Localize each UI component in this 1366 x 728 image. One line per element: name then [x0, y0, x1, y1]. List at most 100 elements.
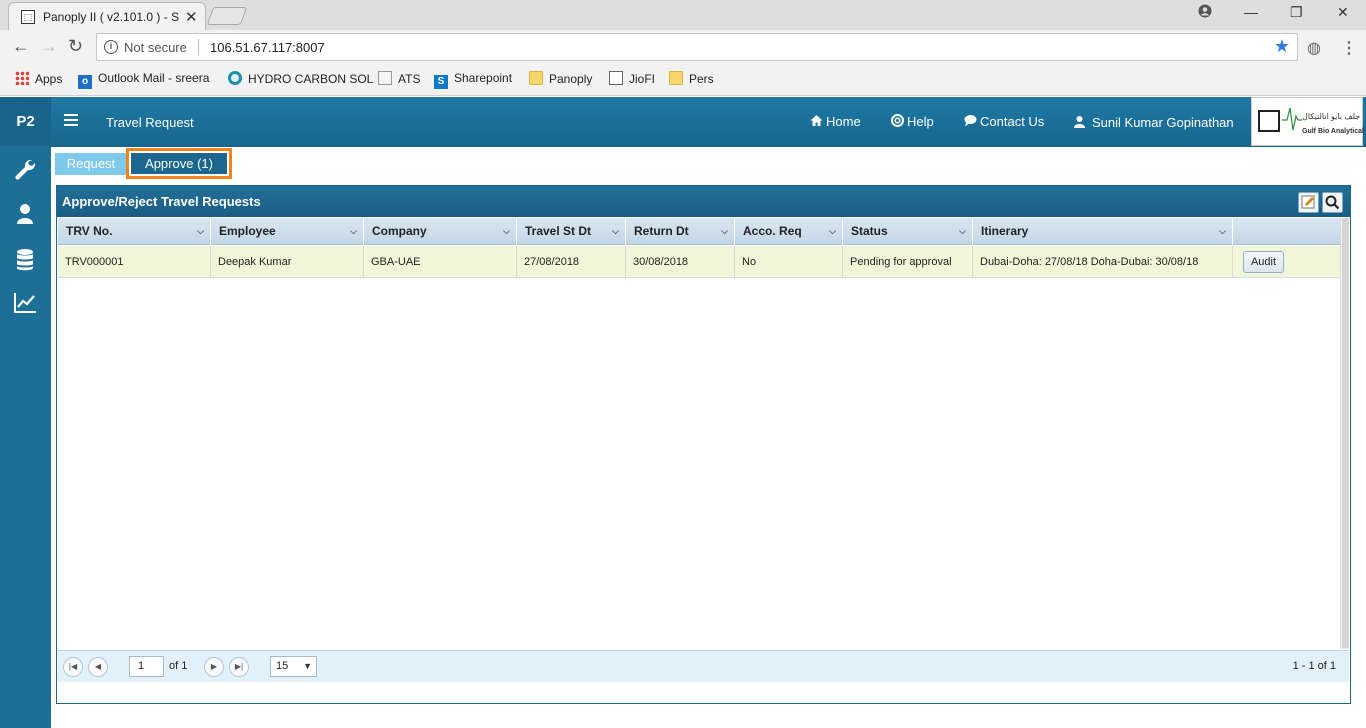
bookmark-hydro[interactable]: HYDRO CARBON SOL [228, 71, 373, 86]
forward-icon[interactable]: → [40, 37, 58, 55]
scrollbar-thumb[interactable] [1342, 218, 1349, 648]
folder-icon [669, 71, 683, 85]
column-menu-icon[interactable]: ⌵ [612, 218, 619, 245]
column-header-itinerary[interactable]: Itinerary ⌵ [973, 218, 1233, 245]
user-icon [1074, 116, 1085, 128]
bookmark-label: Apps [35, 72, 63, 86]
column-header-company[interactable]: Company ⌵ [364, 218, 517, 245]
pager-info: 1 - 1 of 1 [1292, 660, 1336, 672]
page-number-input[interactable]: 1 [129, 656, 164, 677]
column-menu-icon[interactable]: ⌵ [503, 218, 510, 245]
next-page-icon[interactable]: ▶ [204, 657, 224, 677]
info-icon[interactable]: i [104, 40, 118, 54]
column-header-trv-no[interactable]: TRV No. ⌵ [58, 218, 211, 245]
nav-contact[interactable]: Contact Us [964, 114, 1044, 129]
brand-english: Gulf Bio Analytical [1302, 128, 1364, 135]
browser-toolbar: ← → ↻ i Not secure 106.51.67.117:8007 ★ … [0, 30, 1366, 64]
outlook-icon: o [78, 75, 92, 89]
hamburger-menu-icon[interactable] [64, 114, 78, 129]
cell-return-date: 30/08/2018 [626, 246, 735, 278]
browser-tabstrip: ⬚ Panoply II ( v2.101.0 ) - Su ✕ — ❐ ✕ [0, 0, 1366, 30]
wrench-icon[interactable] [12, 157, 40, 185]
column-menu-icon[interactable]: ⌵ [959, 218, 966, 245]
tab-request[interactable]: Request [55, 153, 127, 175]
last-page-icon[interactable]: ▶| [229, 657, 249, 677]
folder-icon [529, 71, 543, 85]
nav-home[interactable]: Home [810, 114, 861, 129]
cell-employee: Deepak Kumar [211, 246, 364, 278]
column-header-actions [1233, 218, 1341, 245]
nav-contact-label: Contact Us [980, 114, 1045, 129]
panel-header: Approve/Reject Travel Requests [57, 186, 1350, 217]
audit-button[interactable]: Audit [1243, 251, 1284, 273]
tab-close-icon[interactable]: ✕ [185, 8, 198, 26]
bookmark-pers[interactable]: Pers [669, 71, 714, 86]
column-menu-icon[interactable]: ⌵ [1219, 218, 1226, 245]
minimize-icon[interactable]: — [1244, 4, 1258, 20]
reload-icon[interactable]: ↻ [68, 37, 83, 55]
column-header-travel-start[interactable]: Travel St Dt ⌵ [517, 218, 626, 245]
url-text[interactable]: 106.51.67.117:8007 [210, 40, 325, 55]
user-menu[interactable]: Sunil Kumar Gopinathan [1073, 115, 1234, 130]
lifebuoy-icon [891, 114, 904, 127]
column-menu-icon[interactable]: ⌵ [197, 218, 204, 245]
first-page-icon[interactable]: |◀ [63, 657, 83, 677]
column-label: Company [372, 224, 427, 238]
grid-header: TRV No. ⌵ Employee ⌵ Company ⌵ Travel St Dt… [58, 218, 1341, 245]
user-icon[interactable] [12, 201, 40, 229]
pulse-icon [1282, 107, 1302, 131]
extension-icon[interactable]: ◍ [1307, 38, 1321, 58]
approve-panel: Approve/Reject Travel Requests TRV No. ⌵ … [56, 185, 1351, 704]
browser-tab-title: Panoply II ( v2.101.0 ) - Su [43, 10, 179, 24]
bookmark-jiofi[interactable]: JioFI [609, 71, 655, 86]
bookmark-label: HYDRO CARBON SOL [248, 72, 374, 86]
address-bar[interactable]: i Not secure 106.51.67.117:8007 ★ [96, 33, 1298, 61]
tab-approve[interactable]: Approve (1) [131, 153, 227, 174]
bookmark-panoply[interactable]: Panoply [529, 71, 592, 86]
cell-status: Pending for approval [843, 246, 973, 278]
app-logo[interactable]: P2 [0, 97, 51, 146]
column-header-return-date[interactable]: Return Dt ⌵ [626, 218, 735, 245]
column-header-employee[interactable]: Employee ⌵ [211, 218, 364, 245]
security-label: Not secure [124, 40, 187, 55]
bookmark-apps[interactable]: Apps [15, 71, 62, 86]
bookmark-sharepoint[interactable]: S Sharepoint [434, 71, 512, 89]
column-menu-icon[interactable]: ⌵ [721, 218, 728, 245]
sharepoint-icon: S [434, 75, 448, 89]
bookmark-star-icon[interactable]: ★ [1274, 36, 1290, 57]
restore-icon[interactable]: ❐ [1290, 4, 1303, 21]
home-icon [810, 115, 823, 126]
bookmark-outlook[interactable]: o Outlook Mail - sreera [78, 71, 209, 89]
back-icon[interactable]: ← [12, 37, 30, 55]
column-menu-icon[interactable]: ⌵ [350, 218, 357, 245]
page-title: Travel Request [106, 115, 194, 130]
edit-button[interactable] [1298, 192, 1319, 213]
search-button[interactable] [1322, 192, 1343, 213]
prev-page-icon[interactable]: ◀ [88, 657, 108, 677]
chat-icon [964, 115, 977, 127]
column-label: Employee [219, 224, 276, 238]
nav-help[interactable]: Help [891, 114, 934, 129]
globe-icon [228, 71, 242, 85]
edit-icon [1301, 195, 1315, 209]
column-menu-icon[interactable]: ⌵ [829, 218, 836, 245]
app-header: Travel Request Home Help Contact Us Suni… [51, 97, 1366, 147]
document-icon [378, 71, 392, 85]
column-label: Acco. Req [743, 224, 802, 238]
profile-icon[interactable] [1198, 4, 1212, 21]
window-close-icon[interactable]: ✕ [1337, 4, 1349, 21]
panoply-favicon-icon: ⬚ [21, 10, 35, 24]
chart-line-icon[interactable] [12, 290, 40, 318]
page-size-select[interactable]: 15 ▼ [270, 656, 317, 677]
dropdown-arrow-icon: ▼ [303, 661, 312, 671]
new-tab-button[interactable] [206, 7, 248, 25]
grid-scrollbar[interactable] [1340, 218, 1349, 649]
column-label: Itinerary [981, 224, 1029, 238]
browser-tab-active[interactable]: ⬚ Panoply II ( v2.101.0 ) - Su ✕ [8, 2, 206, 30]
table-row[interactable]: TRV000001 Deepak Kumar GBA-UAE 27/08/201… [58, 246, 1341, 278]
bookmark-ats[interactable]: ATS [378, 71, 420, 86]
database-icon[interactable] [12, 246, 40, 274]
column-header-acco-req[interactable]: Acco. Req ⌵ [735, 218, 843, 245]
menu-kebab-icon[interactable]: ⋮ [1341, 38, 1357, 58]
column-header-status[interactable]: Status ⌵ [843, 218, 973, 245]
